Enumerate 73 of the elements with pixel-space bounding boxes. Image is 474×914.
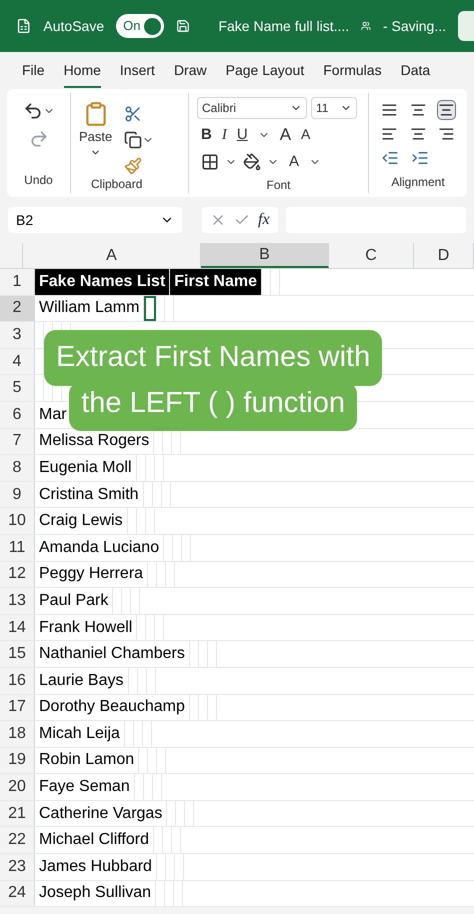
table-cell: William Lamm bbox=[35, 296, 144, 322]
row-header[interactable]: 7 bbox=[0, 428, 35, 454]
row-header[interactable]: 19 bbox=[0, 748, 35, 774]
table-cell: Nathaniel Chambers bbox=[35, 641, 190, 667]
table-cell: Laurie Bays bbox=[35, 668, 128, 694]
bold-button[interactable]: B bbox=[201, 124, 212, 146]
document-title: Fake Name full list.... bbox=[218, 16, 350, 36]
row-header[interactable]: 23 bbox=[0, 854, 35, 880]
row-header[interactable]: 5 bbox=[0, 375, 35, 401]
row-header[interactable]: 3 bbox=[0, 322, 35, 348]
column-header[interactable]: C bbox=[329, 243, 414, 268]
font-name-dropdown[interactable]: Calibri bbox=[197, 97, 307, 119]
table-cell: Michael Clifford bbox=[35, 827, 154, 854]
table-cell: First Name bbox=[170, 269, 262, 295]
ribbon-tab[interactable]: Data bbox=[400, 60, 430, 88]
row-header[interactable]: 22 bbox=[0, 827, 35, 854]
row-header[interactable]: 10 bbox=[0, 508, 35, 534]
table-cell: Cristina Smith bbox=[35, 482, 144, 508]
row-header[interactable]: 17 bbox=[0, 694, 35, 720]
italic-button[interactable]: I bbox=[222, 124, 227, 146]
table-cell: Frank Howell bbox=[35, 614, 138, 640]
table-cell: Peggy Herrera bbox=[35, 562, 148, 588]
table-cell: James Hubbard bbox=[35, 854, 157, 880]
row-header[interactable]: 18 bbox=[0, 721, 35, 747]
paste-button[interactable]: Paste bbox=[79, 101, 112, 175]
row-header[interactable]: 20 bbox=[0, 774, 35, 800]
row-header[interactable]: 2 bbox=[0, 296, 35, 322]
table-cell: Robin Lamon bbox=[35, 748, 140, 774]
table-cell: Micah Leija bbox=[35, 721, 125, 747]
ribbon-tab[interactable]: Draw bbox=[174, 60, 207, 88]
font-color-button[interactable]: A bbox=[285, 150, 304, 173]
table-cell: Dorothy Beauchamp bbox=[35, 694, 190, 720]
ribbon-tab[interactable]: Page Layout bbox=[226, 60, 304, 88]
group-label: Alignment bbox=[390, 174, 446, 191]
row-header[interactable]: 4 bbox=[0, 348, 35, 374]
ribbon-tab[interactable]: Formulas bbox=[323, 60, 382, 88]
table-cell: Faye Seman bbox=[35, 774, 135, 800]
ribbon-tab[interactable]: File bbox=[22, 60, 45, 88]
row-header[interactable]: 16 bbox=[0, 668, 35, 694]
row-header[interactable]: 8 bbox=[0, 455, 35, 481]
table-cell: Amanda Luciano bbox=[35, 534, 164, 561]
underline-button[interactable]: U bbox=[236, 124, 248, 146]
row-header[interactable]: 15 bbox=[0, 641, 35, 667]
row-header[interactable]: 14 bbox=[0, 614, 35, 640]
row-header[interactable]: 13 bbox=[0, 588, 35, 614]
row-header[interactable]: 1 bbox=[0, 269, 35, 295]
row-header[interactable]: 12 bbox=[0, 562, 35, 588]
autosave-toggle[interactable]: On bbox=[116, 14, 164, 38]
group-label: Font bbox=[265, 177, 292, 194]
caption-banner: Extract First Names with bbox=[44, 330, 382, 386]
table-cell: Paul Park bbox=[35, 588, 114, 614]
column-header[interactable]: D bbox=[414, 243, 474, 268]
ribbon-tab[interactable]: Insert bbox=[120, 60, 155, 88]
shrink-font-button[interactable]: A bbox=[301, 124, 310, 146]
table-cell: Craig Lewis bbox=[35, 508, 128, 534]
row-header[interactable]: 24 bbox=[0, 880, 35, 906]
insert-function-button[interactable]: fx bbox=[258, 208, 270, 232]
row-header[interactable]: 6 bbox=[0, 402, 35, 428]
name-box[interactable]: B2 bbox=[8, 207, 182, 233]
group-label: Undo bbox=[24, 172, 53, 189]
table-cell: Eugenia Moll bbox=[35, 455, 136, 481]
row-header[interactable]: 9 bbox=[0, 482, 35, 508]
save-status: - Saving... bbox=[382, 16, 446, 36]
table-cell: Joseph Sullivan bbox=[35, 880, 156, 906]
group-label: Clipboard bbox=[90, 176, 144, 193]
column-header[interactable]: B bbox=[201, 243, 329, 268]
autosave-label: AutoSave bbox=[43, 16, 104, 36]
row-header[interactable]: 11 bbox=[0, 534, 35, 561]
font-size-dropdown[interactable]: 11 bbox=[311, 97, 357, 119]
row-header[interactable]: 21 bbox=[0, 800, 35, 826]
grow-font-button[interactable]: A bbox=[280, 122, 292, 148]
table-cell: Catherine Vargas bbox=[35, 800, 168, 826]
table-cell: Fake Names List bbox=[35, 269, 170, 295]
